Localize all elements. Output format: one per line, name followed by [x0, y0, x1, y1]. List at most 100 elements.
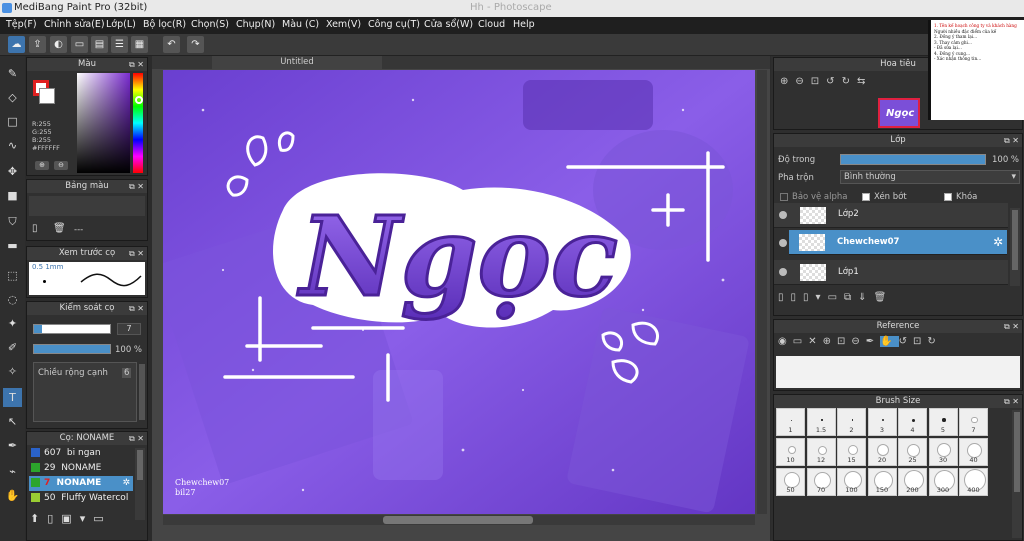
gear-icon[interactable]: ✲ [122, 476, 130, 491]
document-icon[interactable]: ▤ [91, 36, 108, 53]
eye-icon[interactable] [779, 268, 787, 276]
menu-edit[interactable]: Chỉnh sửa(E) [44, 19, 105, 30]
new-8bit-layer-icon[interactable]: ▯ [803, 292, 816, 303]
brush-item-selected[interactable]: 7 NONAME ✲ [29, 476, 133, 491]
brush-size-option[interactable]: 300 [928, 468, 958, 496]
move-tool-icon[interactable]: ✥ [3, 162, 22, 181]
layer-row[interactable]: Lớp2 [774, 203, 1008, 228]
rotate-right-icon[interactable]: ↻ [842, 76, 857, 87]
share-icon[interactable]: ⇪ [29, 36, 46, 53]
brush-size-option[interactable]: 3 [867, 408, 897, 436]
brush-size-option[interactable]: 2 [837, 408, 866, 436]
brush-size-option[interactable]: 1 [776, 408, 805, 436]
panel-close-icon[interactable]: ⧉ ✕ [129, 58, 144, 71]
document-tab[interactable]: Untitled [212, 56, 382, 69]
magic-wand-icon[interactable]: ✦ [3, 314, 22, 333]
hue-slider[interactable] [133, 73, 143, 173]
brush-size-option[interactable]: 50 [776, 468, 805, 496]
gradient-tool-icon[interactable]: ▬ [3, 236, 22, 255]
add-layer-menu-icon[interactable]: ▾ [816, 292, 828, 303]
brush-size-option[interactable]: 15 [837, 438, 866, 466]
list-icon[interactable]: ☰ [111, 36, 128, 53]
vertical-scrollbar[interactable] [757, 70, 767, 514]
brush-item[interactable]: 29 NONAME [29, 461, 133, 476]
eye-icon[interactable] [779, 211, 787, 219]
brush-size-scrollbar[interactable] [1012, 410, 1022, 538]
delete-palette-icon[interactable]: 🗑 [53, 223, 66, 236]
brush-size-option[interactable]: 400 [959, 468, 988, 496]
brush-size-option[interactable]: 25 [898, 438, 927, 466]
color-swap-icon[interactable]: ⊕ [35, 161, 49, 170]
blend-mode-select[interactable]: Bình thường ▾ [840, 170, 1020, 184]
brush-size-option[interactable]: 70 [806, 468, 836, 496]
menu-view[interactable]: Xem(V) [326, 19, 361, 30]
eraser-tool-icon[interactable]: ◇ [3, 88, 22, 107]
select-tool-icon[interactable]: ⬚ [3, 266, 22, 285]
eyedropper-icon[interactable]: ✒ [866, 336, 880, 347]
menu-layer[interactable]: Lớp(L) [106, 19, 136, 30]
select-pen-icon[interactable]: ✐ [3, 338, 22, 357]
brush-size-option[interactable]: 7 [959, 408, 988, 436]
folder-icon[interactable]: ▭ [93, 512, 111, 525]
fit-icon[interactable]: ⊡ [811, 76, 826, 87]
reference-image-area[interactable] [776, 356, 1020, 388]
folder-icon[interactable]: ▭ [828, 292, 844, 303]
horizontal-scrollbar[interactable] [163, 515, 755, 525]
reset-icon[interactable]: ⊡ [913, 336, 927, 347]
menu-window[interactable]: Cửa sổ(W) [424, 19, 473, 30]
brush-size-option[interactable]: 4 [898, 408, 927, 436]
new-layer-icon[interactable]: ▯ [778, 292, 791, 303]
fill-rect-tool-icon[interactable]: ■ [3, 186, 22, 205]
copy-brush-icon[interactable]: ▣ [61, 512, 79, 525]
bucket-tool-icon[interactable]: ⛉ [3, 212, 22, 231]
secondary-color-swatch[interactable] [39, 88, 55, 104]
lasso-tool-icon[interactable]: ◌ [3, 290, 22, 309]
close-icon[interactable]: ✕ [808, 336, 822, 347]
menu-tools[interactable]: Công cụ(T) [368, 19, 420, 30]
brush-menu-icon[interactable]: ▾ [80, 512, 94, 525]
saturation-value-picker[interactable] [77, 73, 130, 173]
layer-row-selected[interactable]: Chewchew07 ✲ [789, 230, 1007, 255]
eyedropper-icon[interactable]: ✒ [3, 436, 22, 455]
panel-close-icon[interactable]: ⧉ ✕ [1004, 395, 1019, 408]
zoom-in-icon[interactable]: ⊕ [823, 336, 837, 347]
navigator-thumbnail[interactable]: Ngọc [878, 98, 920, 128]
zoom-in-icon[interactable]: ⊕ [780, 76, 795, 87]
edge-width-value[interactable]: 6 [122, 368, 132, 378]
merge-layer-icon[interactable]: ⇓ [858, 292, 873, 303]
layer-opacity-slider[interactable] [840, 154, 986, 165]
menu-filter[interactable]: Bộ lọc(R) [143, 19, 186, 30]
rect-tool-icon[interactable]: □ [3, 112, 22, 131]
brush-size-option[interactable]: 200 [898, 468, 927, 496]
rotate-right-icon[interactable]: ↻ [927, 336, 941, 347]
new-palette-icon[interactable]: ▯ [32, 223, 45, 236]
brush-size-option[interactable]: 5 [928, 408, 958, 436]
brush-size-option[interactable]: 10 [776, 438, 805, 466]
fit-icon[interactable]: ⊡ [837, 336, 851, 347]
dropper-icon[interactable]: ⌁ [3, 462, 22, 481]
external-document-window[interactable]: 1. Tên kế hoạch công ty và khách hàng Ng… [928, 20, 1024, 120]
color-reset-icon[interactable]: ⊖ [54, 161, 68, 170]
zoom-out-icon[interactable]: ⊖ [795, 76, 810, 87]
panel-close-icon[interactable]: ⧉ ✕ [129, 432, 144, 445]
protect-alpha-checkbox[interactable] [780, 193, 788, 201]
cloud-icon[interactable]: ☁ [8, 36, 25, 53]
panel-close-icon[interactable]: ⧉ ✕ [129, 247, 144, 260]
brush-opacity-slider[interactable] [33, 344, 111, 354]
grid-icon[interactable]: ▦ [131, 36, 148, 53]
brush-size-option[interactable]: 1.5 [806, 408, 836, 436]
rotate-left-icon[interactable]: ↺ [899, 336, 913, 347]
comment-icon[interactable]: ◐ [50, 36, 67, 53]
add-brush-icon[interactable]: ⬆ [30, 512, 47, 525]
menu-select[interactable]: Chọn(S) [191, 19, 229, 30]
palette-area[interactable] [29, 196, 145, 216]
brush-tool-icon[interactable]: ✎ [3, 64, 22, 83]
brush-size-option[interactable]: 30 [928, 438, 958, 466]
menu-file[interactable]: Tệp(F) [6, 19, 37, 30]
redo-icon[interactable]: ↷ [187, 36, 204, 53]
gear-icon[interactable]: ✲ [993, 235, 1003, 249]
menu-color[interactable]: Màu (C) [282, 19, 319, 30]
lock-checkbox[interactable] [944, 193, 952, 201]
menu-cloud[interactable]: Cloud [478, 19, 505, 30]
brush-size-option[interactable]: 40 [959, 438, 988, 466]
